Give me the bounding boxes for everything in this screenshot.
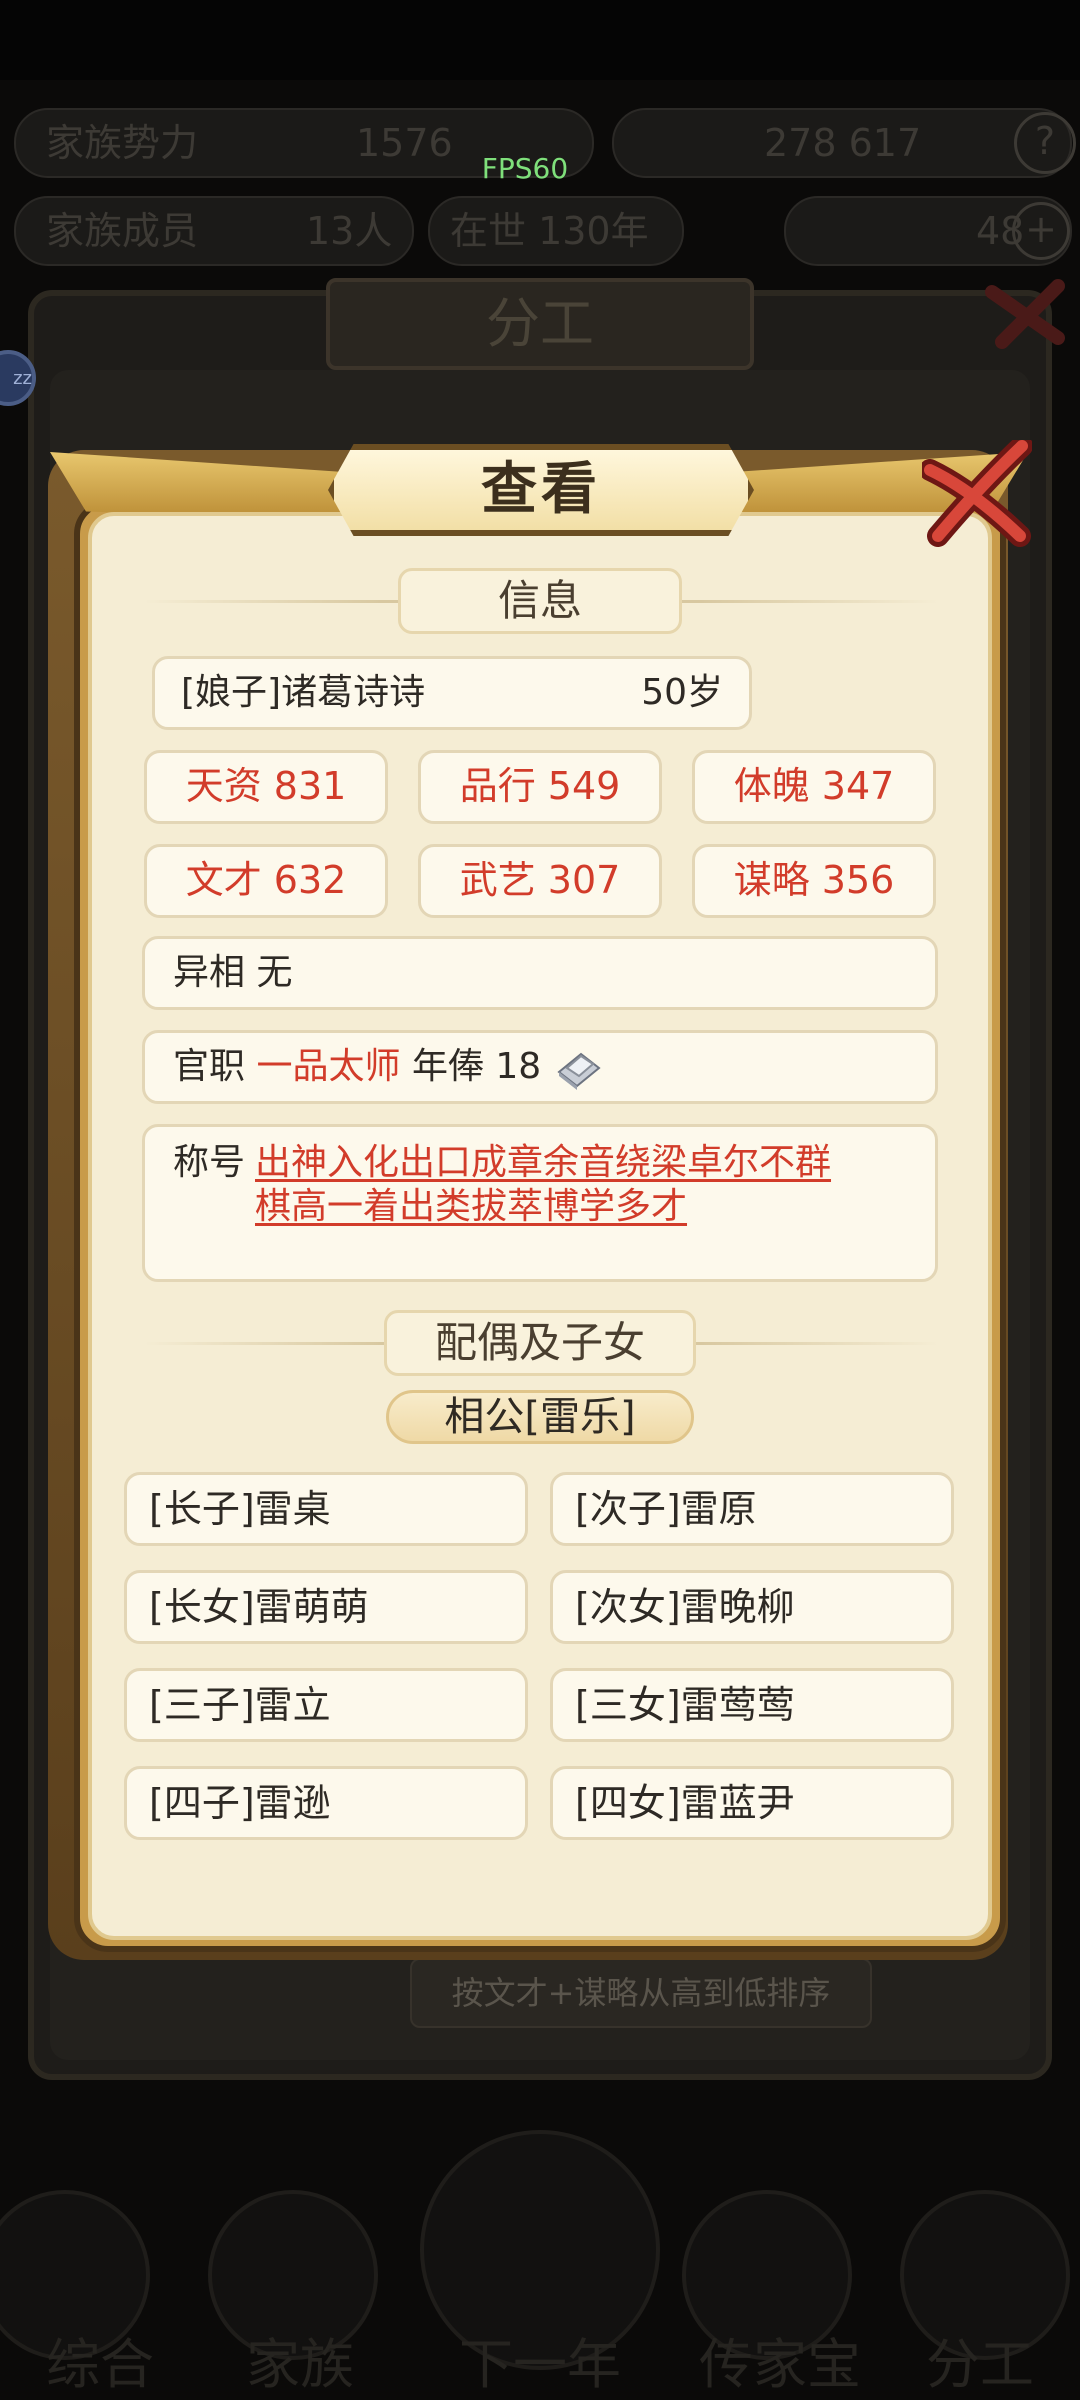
family-members-value: 13人	[306, 209, 393, 253]
trait-label: 异相	[173, 952, 246, 993]
stat-martial: 武艺 307	[418, 844, 662, 918]
trait-value: 无	[256, 952, 293, 993]
salary-label: 年俸	[411, 1046, 484, 1087]
fps-counter: FPS60	[481, 152, 569, 185]
office-label: 官职	[173, 1046, 246, 1087]
child-item[interactable]: [次女]雷晚柳	[550, 1570, 954, 1644]
child-item[interactable]: [四女]雷蓝尹	[550, 1766, 954, 1840]
honors-line-2[interactable]: 棋高一着出类拔萃博学多才	[255, 1185, 687, 1229]
honors-line-1[interactable]: 出神入化出口成章余音绕梁卓尔不群	[255, 1141, 831, 1185]
child-item[interactable]: [长子]雷桌	[124, 1472, 528, 1546]
stat-talent: 天资 831	[144, 750, 388, 824]
currency-values: 278 617	[764, 121, 922, 165]
salary-value: 18	[495, 1046, 542, 1087]
family-power-value: 1576	[356, 121, 453, 165]
status-bar	[0, 0, 1080, 80]
nav-label-family: 家族	[246, 2333, 354, 2396]
division-title: 分工	[326, 278, 754, 370]
alive-years-value: 在世 130年	[450, 209, 649, 253]
child-item[interactable]: [三女]雷莺莺	[550, 1668, 954, 1742]
sort-button[interactable]: 按文才+谋略从高到低排序	[410, 1958, 872, 2028]
honors-card: 称号 出神入化出口成章余音绕梁卓尔不群 棋高一着出类拔萃博学多才	[142, 1124, 938, 1282]
stat-literature: 文才 632	[144, 844, 388, 918]
trait-card: 异相 无	[142, 936, 938, 1010]
person-age: 50岁	[641, 672, 723, 713]
alive-years-bar: 在世 130年	[428, 196, 684, 266]
child-item[interactable]: [四子]雷逊	[124, 1766, 528, 1840]
stat-physique: 体魄 347	[692, 750, 936, 824]
child-item[interactable]: [三子]雷立	[124, 1668, 528, 1742]
currency-bar: 278 617 ?	[612, 108, 1076, 178]
honors-label: 称号	[173, 1142, 246, 1183]
plus-icon[interactable]: +	[1012, 202, 1070, 260]
info-section-title: 信息	[398, 568, 682, 634]
child-item[interactable]: [长女]雷萌萌	[124, 1570, 528, 1644]
modal-title: 查看	[328, 444, 754, 536]
spouse-tab[interactable]: 相公[雷乐]	[386, 1390, 694, 1444]
question-icon[interactable]: ?	[1014, 112, 1076, 174]
person-name: [娘子]诸葛诗诗	[181, 672, 426, 713]
nav-label-division: 分工	[926, 2333, 1034, 2396]
family-section-title: 配偶及子女	[384, 1310, 696, 1376]
stat-strategy: 谋略 356	[692, 844, 936, 918]
stat-conduct: 品行 549	[418, 750, 662, 824]
background-close-icon[interactable]	[982, 272, 1068, 358]
child-item[interactable]: [次子]雷原	[550, 1472, 954, 1546]
silver-ingot-icon	[557, 1052, 601, 1090]
close-icon[interactable]	[922, 440, 1032, 550]
nav-label-general: 综合	[46, 2333, 154, 2396]
office-title: 一品太师	[256, 1046, 401, 1087]
family-power-label: 家族势力	[46, 121, 199, 165]
office-card: 官职 一品太师 年俸 18	[142, 1030, 938, 1104]
nav-label-next-year: 下一年	[459, 2333, 621, 2396]
resource-bar: 48 +	[784, 196, 1072, 266]
family-members-label: 家族成员	[46, 209, 199, 253]
nav-label-heirloom: 传家宝	[699, 2333, 861, 2396]
family-members-bar: 家族成员 13人	[14, 196, 414, 266]
person-card: [娘子]诸葛诗诗 50岁	[152, 656, 752, 730]
